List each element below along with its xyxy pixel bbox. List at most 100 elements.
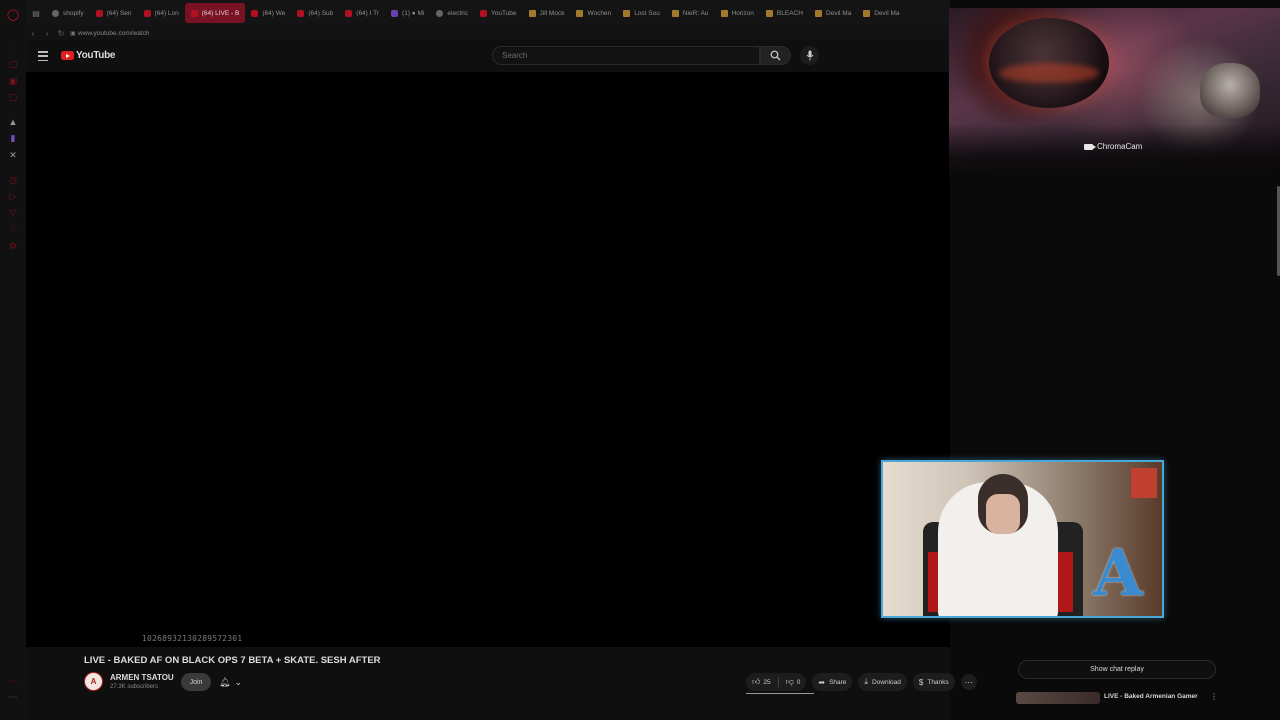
thumbs-down-icon: 👎︎ bbox=[785, 677, 794, 686]
youtube-icon bbox=[251, 9, 259, 17]
forward-icon[interactable]: › bbox=[40, 29, 54, 38]
folder-icon bbox=[765, 9, 773, 17]
tab[interactable]: shopify bbox=[46, 3, 90, 23]
voice-search-button[interactable] bbox=[800, 46, 819, 65]
tab-bar: ▤ shopify (64) Sen (64) Lon (64) LIVE - … bbox=[26, 0, 950, 26]
chevron-down-icon: ⌄ bbox=[234, 676, 242, 687]
recommended-video[interactable]: LIVE - Baked Armenian Gamer ⋮ bbox=[1016, 692, 1218, 704]
youtube-icon bbox=[190, 9, 198, 17]
tab[interactable]: (1) ● Mi bbox=[385, 3, 430, 23]
show-chat-replay-button[interactable]: Show chat replay bbox=[1018, 660, 1216, 679]
tab[interactable]: (64) We bbox=[245, 3, 291, 23]
action-bar: 👍︎ 25 👎︎ 0 ➦ Share ⤓ Download $ Thanks ⋯ bbox=[746, 673, 977, 691]
sidebar-history-icon[interactable]: ◷ bbox=[8, 175, 18, 185]
dislike-button[interactable]: 👎︎ 0 bbox=[786, 677, 801, 687]
tab[interactable]: (64) Lon bbox=[138, 3, 185, 23]
thanks-button[interactable]: $ Thanks bbox=[912, 673, 955, 691]
tab[interactable]: (64) Sub bbox=[291, 3, 339, 23]
folder-icon bbox=[863, 9, 871, 17]
tab[interactable]: YouTube bbox=[474, 3, 523, 23]
tab[interactable]: Devil Ma bbox=[857, 3, 905, 23]
notification-bell-button[interactable]: 🔔︎ ⌄ bbox=[219, 674, 249, 690]
menu-icon[interactable] bbox=[38, 51, 48, 61]
tab[interactable]: Wochen bbox=[570, 3, 617, 23]
share-button[interactable]: ➦ Share bbox=[812, 673, 853, 691]
youtube-logo[interactable]: YouTube bbox=[61, 50, 116, 61]
like-button[interactable]: 👍︎ 25 bbox=[752, 677, 771, 687]
back-icon[interactable]: ‹ bbox=[26, 29, 40, 38]
tab[interactable]: NieR: Au bbox=[666, 3, 715, 23]
sidebar-instagram-icon[interactable]: ▢ bbox=[8, 92, 18, 102]
join-button[interactable]: Join bbox=[181, 673, 211, 691]
rocks-artwork bbox=[949, 124, 1280, 179]
tab-menu-icon[interactable]: ▤ bbox=[31, 8, 41, 18]
folder-icon bbox=[720, 9, 728, 17]
camera-icon bbox=[1084, 143, 1096, 150]
sidebar-player-icon[interactable]: ▷ bbox=[8, 191, 18, 201]
more-icon: ⋯ bbox=[964, 677, 973, 687]
video-overlay-number: 1026893213028957​2301 bbox=[142, 634, 243, 643]
bell-icon: 🔔︎ bbox=[219, 676, 231, 687]
tab[interactable]: BLEACH bbox=[760, 3, 809, 23]
url-field[interactable]: www.youtube.com/watch bbox=[78, 30, 150, 37]
like-dislike-group: 👍︎ 25 👎︎ 0 bbox=[746, 673, 807, 691]
like-ratio-bar bbox=[746, 693, 814, 694]
twitch-icon bbox=[391, 9, 399, 17]
browser-sidebar: ◯ ◌ ▢ ▣ ▢ ▲ ▮ ✕ ◷ ▷ ▽ ♡ ⚙ ⋯ ⋯ bbox=[0, 0, 27, 720]
tab[interactable]: (64) Sen bbox=[90, 3, 138, 23]
reload-icon[interactable]: ↻ bbox=[54, 29, 68, 38]
folder-icon bbox=[576, 9, 584, 17]
sidebar-bookmarks-icon[interactable]: ▢ bbox=[8, 59, 18, 69]
tab-active[interactable]: (64) LIVE - B bbox=[184, 3, 246, 23]
folder-icon bbox=[623, 9, 631, 17]
youtube-icon bbox=[479, 9, 487, 17]
folder-icon bbox=[814, 9, 822, 17]
folder-icon bbox=[528, 9, 536, 17]
video-thumbnail[interactable] bbox=[1016, 692, 1100, 704]
microphone-icon bbox=[806, 50, 813, 61]
opera-logo-icon[interactable]: ◯ bbox=[7, 9, 19, 21]
globe-icon bbox=[436, 9, 444, 17]
webcam-overlay: A bbox=[881, 460, 1164, 618]
youtube-icon bbox=[297, 9, 305, 17]
sidebar-app-icon[interactable]: ▲ bbox=[8, 117, 18, 127]
sidebar-twitch-icon[interactable]: ▮ bbox=[8, 133, 18, 143]
wall-poster bbox=[1131, 468, 1157, 498]
tab[interactable]: Lost Sou bbox=[617, 3, 666, 23]
chromacam-overlay: ChromaCam bbox=[949, 8, 1280, 179]
sidebar-dots-icon[interactable]: ⋯ bbox=[8, 692, 18, 702]
video-title: LIVE - BAKED AF ON BLACK OPS 7 BETA + SK… bbox=[84, 655, 381, 666]
tab[interactable]: (64) I Tr bbox=[339, 3, 385, 23]
download-button[interactable]: ⤓ Download bbox=[858, 673, 907, 691]
more-actions-button[interactable]: ⋯ bbox=[960, 674, 977, 690]
subscriber-count: 27.3K subscribers bbox=[110, 684, 159, 690]
share-icon: ➦ bbox=[818, 677, 826, 687]
sidebar-settings-icon[interactable]: ⚙ bbox=[8, 241, 18, 251]
folder-icon bbox=[671, 9, 679, 17]
tab[interactable]: Jill Mock bbox=[523, 3, 571, 23]
thumbs-up-icon: 👍︎ bbox=[752, 677, 761, 686]
sidebar-messenger-icon[interactable]: ▣ bbox=[8, 76, 18, 86]
search-input[interactable]: Search bbox=[492, 46, 760, 65]
avatar[interactable]: A bbox=[84, 672, 103, 691]
sidebar-downloads-icon[interactable]: ▽ bbox=[8, 208, 18, 218]
document-icon bbox=[52, 9, 59, 17]
tab[interactable]: electric bbox=[430, 3, 474, 23]
planet-artwork bbox=[989, 18, 1109, 108]
youtube-icon bbox=[95, 9, 103, 17]
video-player[interactable] bbox=[26, 72, 950, 647]
channel-name[interactable]: ARMEN TSATOU bbox=[110, 673, 174, 682]
sidebar-x-icon[interactable]: ✕ bbox=[8, 150, 18, 160]
recommended-video-title[interactable]: LIVE - Baked Armenian Gamer bbox=[1104, 693, 1198, 700]
skull-artwork bbox=[1200, 63, 1260, 118]
tab[interactable]: Horizon bbox=[715, 3, 760, 23]
tab[interactable]: Devil Ma bbox=[809, 3, 857, 23]
search-button[interactable] bbox=[760, 46, 791, 65]
sidebar-heart-icon[interactable]: ♡ bbox=[8, 224, 18, 234]
address-bar: ‹ › ↻ ▣ www.youtube.com/watch bbox=[26, 26, 950, 40]
sidebar-speed-dial-icon[interactable]: ◌ bbox=[8, 42, 18, 52]
sidebar-more-icon[interactable]: ⋯ bbox=[8, 676, 18, 686]
chromacam-badge: ChromaCam bbox=[1084, 142, 1142, 151]
kebab-menu-icon[interactable]: ⋮ bbox=[1210, 692, 1218, 701]
channel-logo: A bbox=[1093, 536, 1143, 611]
